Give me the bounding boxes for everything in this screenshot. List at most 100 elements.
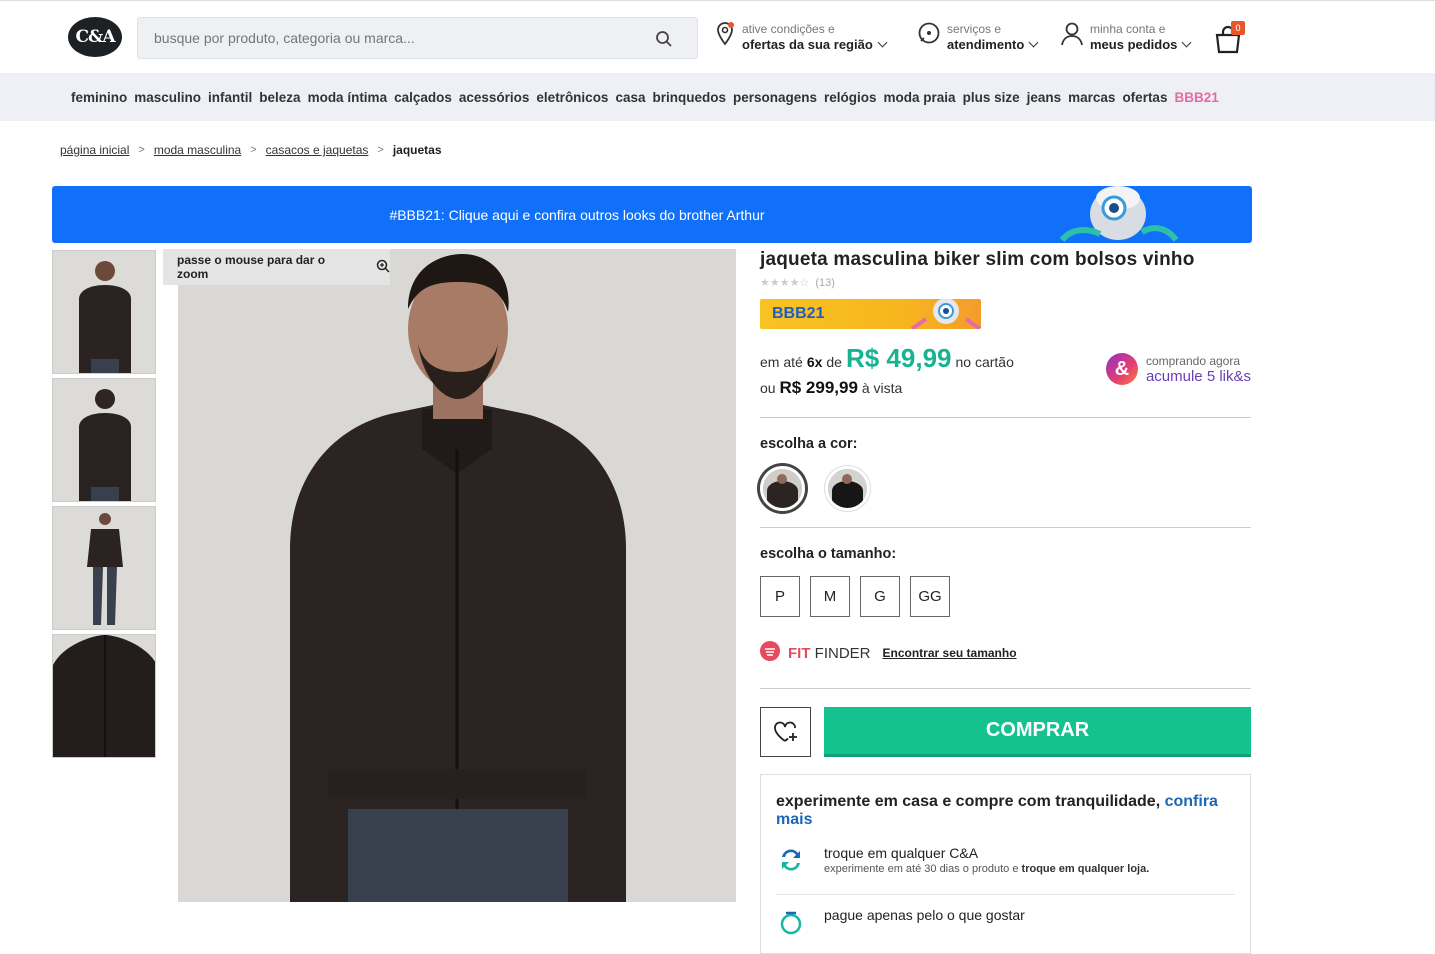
find-size-link[interactable]: Encontrar seu tamanho [883, 646, 1017, 660]
thumbnail-detail[interactable] [52, 634, 156, 758]
size-option[interactable]: P [760, 576, 800, 617]
region-small: ative condições e [742, 22, 835, 36]
nav-item-bbb21[interactable]: BBB21 [1174, 90, 1218, 105]
likes-small: comprando agora [1145, 353, 1241, 368]
thumbnail-list [52, 250, 156, 762]
divider [760, 417, 1251, 418]
nav-item[interactable]: infantil [208, 90, 252, 105]
likes-promo: & comprando agora acumule 5 lik&s [1105, 353, 1251, 385]
divider [760, 527, 1251, 528]
breadcrumb-separator: > [250, 144, 257, 156]
installment-de: de [826, 354, 842, 370]
site-header: C&A ative condições eofertas da sua regi… [0, 0, 1435, 73]
size-option[interactable]: G [860, 576, 900, 617]
size-options: P M G GG [760, 576, 1251, 617]
divider [776, 894, 1235, 895]
installment-count: 6x [806, 354, 823, 370]
region-big: ofertas da sua região [742, 37, 888, 53]
nav-item[interactable]: ofertas [1122, 90, 1167, 105]
region-menu[interactable]: ative condições e ofertas da sua região [714, 21, 888, 53]
account-menu[interactable]: minha conta e meus pedidos [1060, 21, 1192, 53]
likes-logo-icon: & [1105, 353, 1138, 385]
account-small: minha conta e [1090, 22, 1166, 36]
services-big: atendimento [947, 37, 1039, 53]
nav-item[interactable]: feminino [71, 90, 127, 105]
size-option[interactable]: GG [910, 576, 950, 617]
size-option[interactable]: M [810, 576, 850, 617]
nav-item[interactable]: calçados [394, 90, 452, 105]
nav-item[interactable]: relógios [824, 90, 877, 105]
cash-suffix: à vista [861, 380, 903, 396]
benefit-desc: experimente em até 30 dias o produto e t… [824, 863, 1150, 875]
search-icon[interactable] [655, 30, 673, 53]
account-big: meus pedidos [1090, 37, 1192, 53]
nav-item[interactable]: plus size [963, 90, 1020, 105]
heart-plus-icon [773, 721, 797, 742]
breadcrumb-link[interactable]: casacos e jaquetas [266, 143, 369, 157]
nav-item[interactable]: marcas [1068, 90, 1115, 105]
buy-row: COMPRAR [760, 688, 1251, 757]
thumbnail-back[interactable] [52, 378, 156, 502]
money-icon [776, 907, 806, 942]
banner-text: #BBB21: Clique aqui e confira outros loo… [389, 206, 765, 223]
nav-item[interactable]: moda íntima [308, 90, 388, 105]
nav-item[interactable]: masculino [134, 90, 201, 105]
nav-item[interactable]: personagens [733, 90, 817, 105]
benefit-title: pague apenas pelo o que gostar [824, 907, 1025, 923]
breadcrumb-link[interactable]: página inicial [60, 143, 129, 157]
user-icon [1060, 21, 1084, 52]
nav-item[interactable]: casa [615, 90, 645, 105]
exchange-icon [776, 845, 806, 880]
nav-item[interactable]: brinquedos [653, 90, 727, 105]
nav-item[interactable]: moda praia [884, 90, 956, 105]
buy-button[interactable]: COMPRAR [824, 707, 1251, 757]
nav-item[interactable]: jeans [1027, 90, 1062, 105]
benefit-pay: pague apenas pelo o que gostar [776, 907, 1235, 942]
cash-price: R$ 299,99 [779, 378, 858, 397]
breadcrumb-current: jaquetas [392, 143, 442, 157]
installment-suffix: no cartão [955, 354, 1014, 370]
search-bar [137, 17, 698, 59]
wishlist-button[interactable] [760, 707, 811, 757]
services-menu[interactable]: serviços e atendimento [917, 21, 1039, 53]
breadcrumb-link[interactable]: moda masculina [154, 143, 241, 157]
fit-finder-icon [760, 641, 780, 665]
cart-count-badge: 0 [1231, 21, 1245, 35]
chat-icon [917, 21, 941, 50]
logo[interactable]: C&A [68, 17, 122, 57]
product-main-image[interactable] [178, 249, 736, 902]
product-info: jaqueta masculina biker slim com bolsos … [760, 249, 1251, 954]
price-block: em até 6x de R$ 49,99 no cartão ou R$ 29… [760, 343, 1251, 403]
breadcrumb: página inicial > moda masculina > casaco… [60, 143, 442, 157]
color-label: escolha a cor: [760, 436, 858, 452]
benefits-head: experimente em casa e compre com tranqui… [776, 793, 1218, 828]
rating[interactable]: ★★★★☆ (13) [760, 276, 1251, 290]
thumbnail-front[interactable] [52, 250, 156, 374]
breadcrumb-separator: > [377, 144, 384, 156]
fit-label: FIT [788, 644, 811, 662]
benefit-exchange: troque em qualquer C&A experimente em at… [776, 845, 1235, 880]
color-swatch-vinho[interactable] [760, 466, 805, 511]
product-title: jaqueta masculina biker slim com bolsos … [760, 249, 1195, 270]
color-swatch-preto[interactable] [825, 466, 870, 511]
category-nav: feminino masculino infantil beleza moda … [0, 73, 1435, 121]
services-small: serviços e [947, 22, 1002, 36]
benefits-box: experimente em casa e compre com tranqui… [760, 774, 1251, 954]
robot-eye-icon [910, 299, 981, 329]
nav-item[interactable]: eletrônicos [536, 90, 608, 105]
thumbnail-full-body[interactable] [52, 506, 156, 630]
bbb21-tag-text: BBB21 [772, 305, 825, 322]
installment-price: R$ 49,99 [845, 343, 952, 373]
location-pin-icon [714, 21, 736, 52]
nav-item[interactable]: beleza [259, 90, 300, 105]
zoom-tip-text: passe o mouse para dar o zoom [177, 253, 326, 281]
bbb21-tag: BBB21 [760, 299, 981, 329]
benefit-title: troque em qualquer C&A [824, 845, 979, 861]
search-input[interactable] [138, 30, 697, 46]
robot-eye-mascot [1052, 184, 1182, 249]
nav-item[interactable]: acessórios [459, 90, 530, 105]
review-count: (13) [815, 276, 835, 289]
breadcrumb-separator: > [138, 144, 145, 156]
chevron-down-icon [1028, 37, 1039, 48]
color-options [760, 466, 1251, 511]
